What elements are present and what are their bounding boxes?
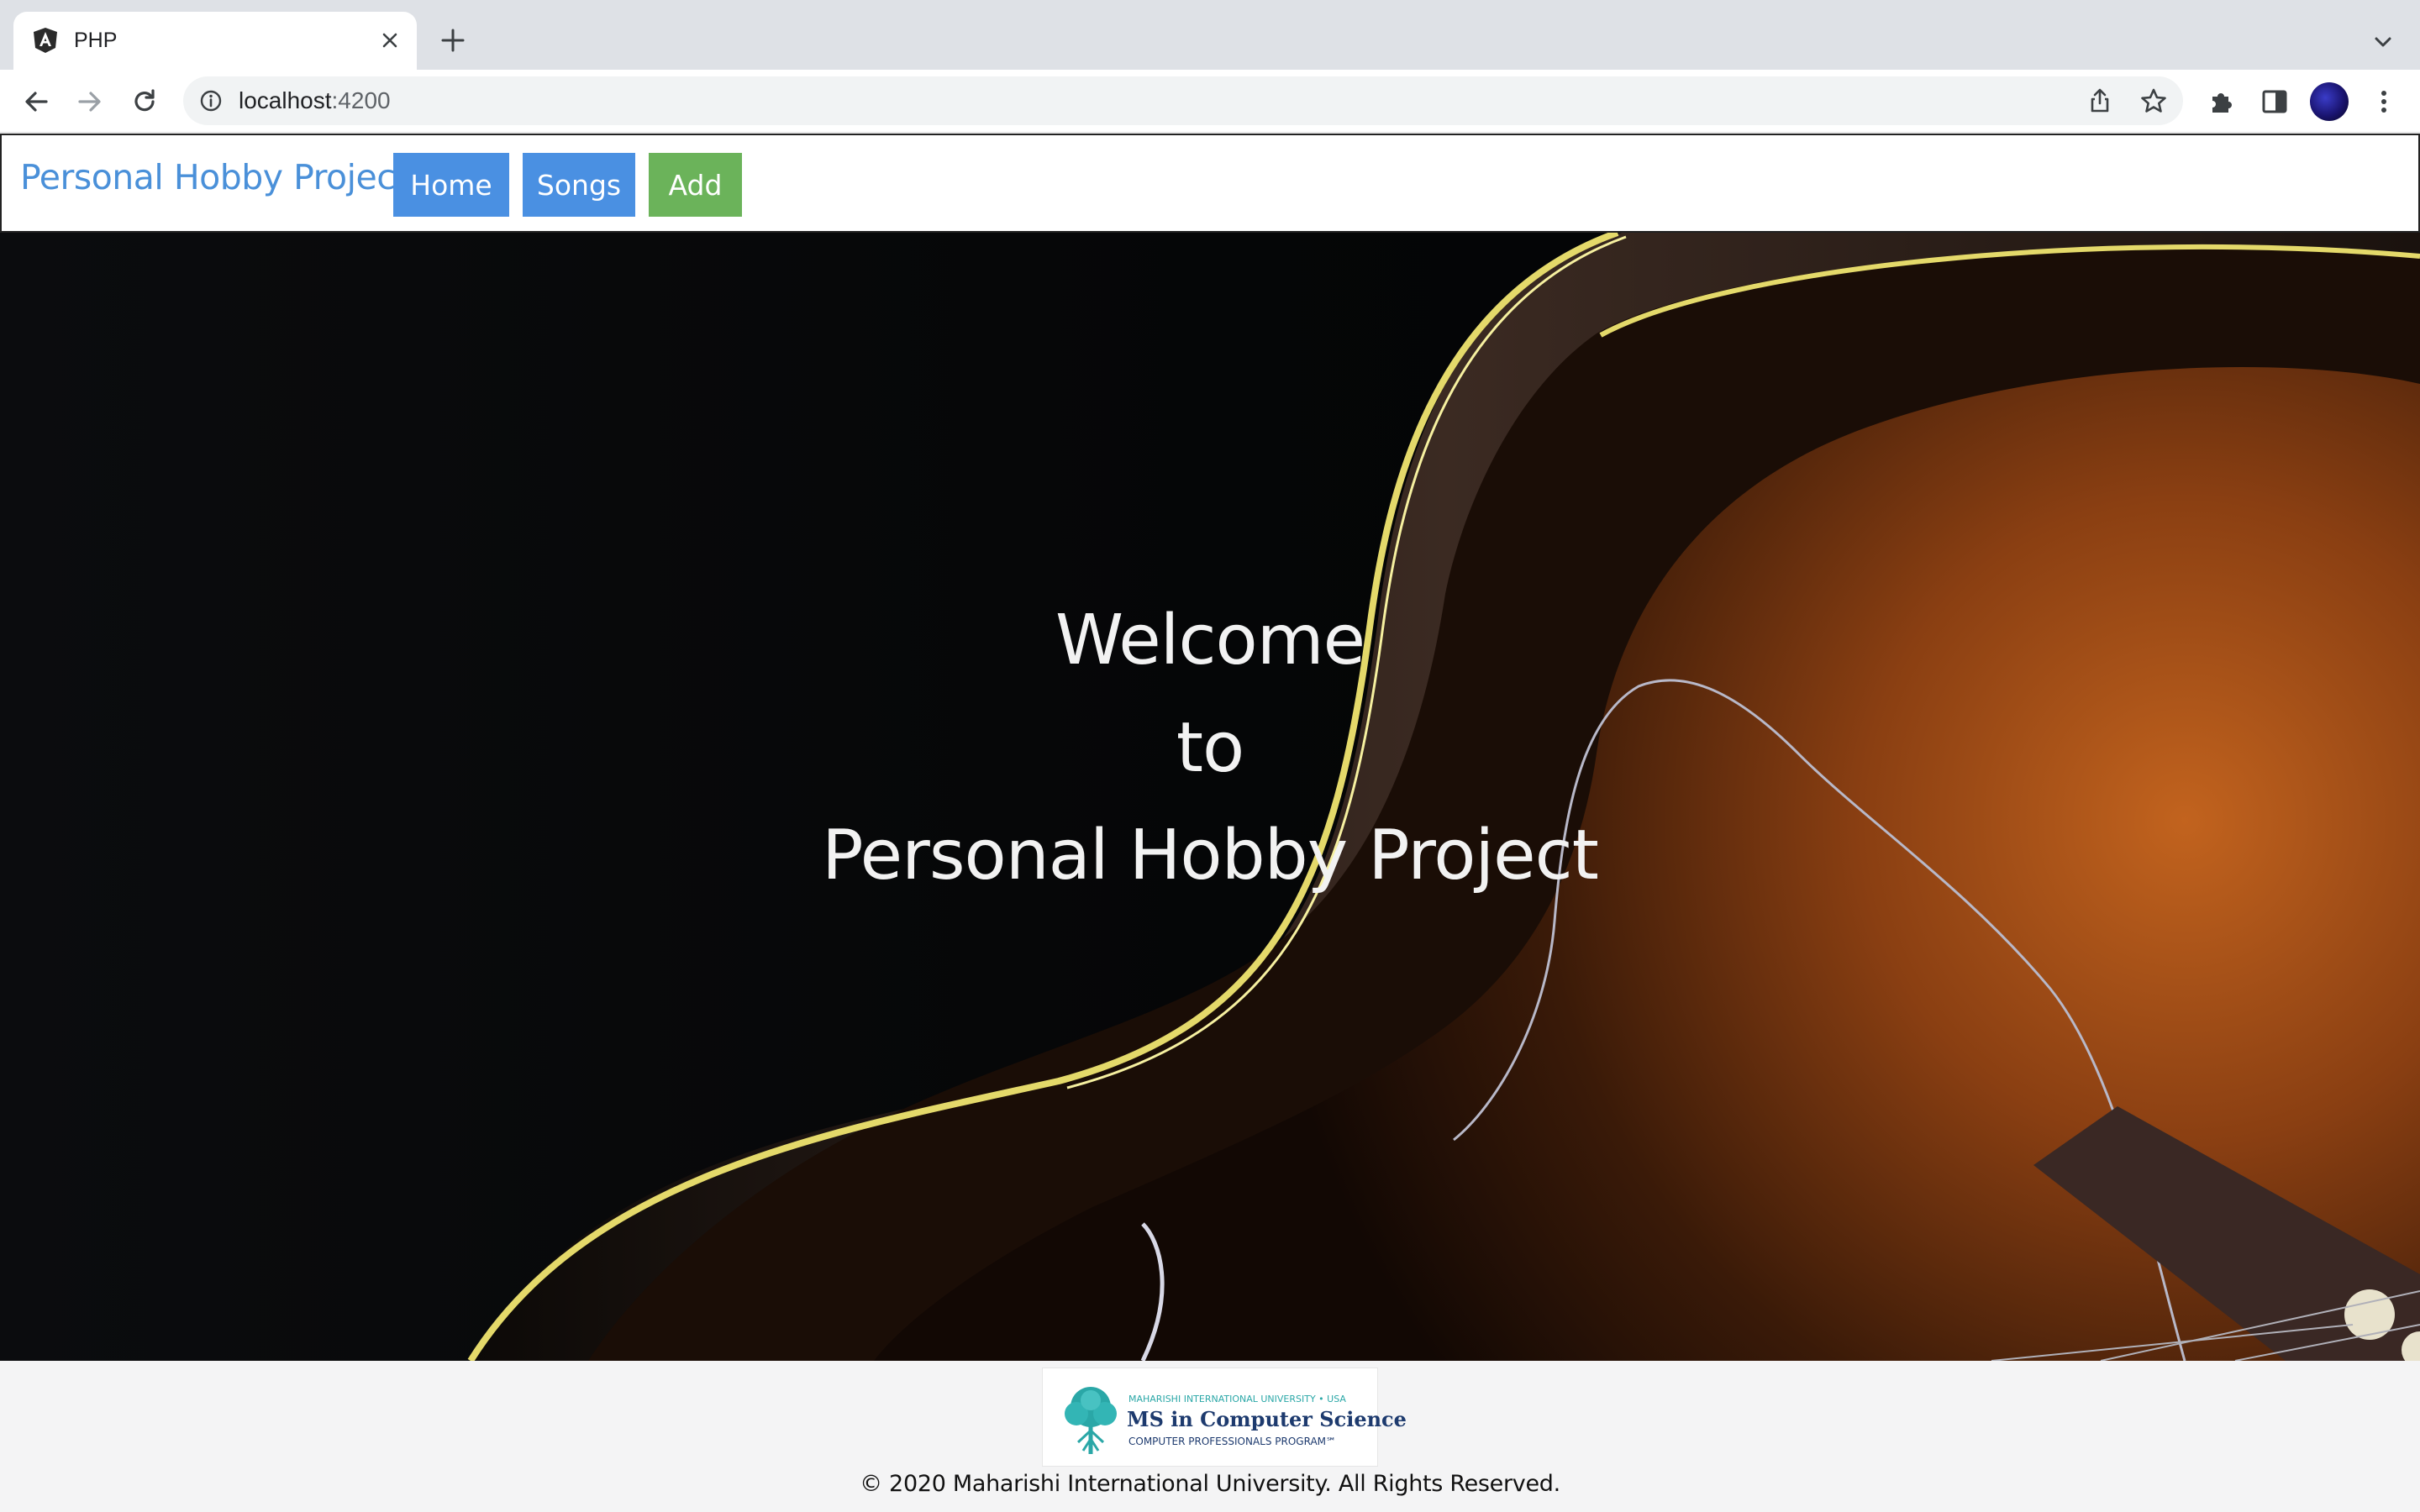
hero-banner: Welcome to Personal Hobby Project xyxy=(0,233,2420,1361)
hero-line-to: to xyxy=(1176,708,1244,788)
logo-program-subtitle: COMPUTER PROFESSIONALS PROGRAM℠ xyxy=(1128,1436,1337,1447)
mum-logo: MAHARISHI INTERNATIONAL UNIVERSITY • USA… xyxy=(1042,1368,1407,1467)
brand-title[interactable]: Personal Hobby Project xyxy=(20,157,408,197)
address-bar[interactable]: localhost:4200 xyxy=(183,76,2183,125)
forward-arrow-icon[interactable] xyxy=(74,86,106,118)
angular-icon xyxy=(34,28,57,53)
logo-university-text: MAHARISHI INTERNATIONAL UNIVERSITY • USA xyxy=(1128,1394,1346,1404)
new-tab-plus-icon[interactable] xyxy=(439,26,467,55)
extensions-puzzle-icon[interactable] xyxy=(2206,86,2238,118)
copyright-text: © 2020 Maharishi International Universit… xyxy=(860,1471,1560,1497)
bookmark-star-icon[interactable] xyxy=(2139,87,2168,115)
browser-toolbar: localhost:4200 xyxy=(0,70,2420,133)
hero-line-welcome: Welcome xyxy=(1055,601,1365,680)
top-navbar: Personal Hobby Project Home Songs Add xyxy=(0,134,2420,233)
side-panel-icon[interactable] xyxy=(2259,86,2291,118)
url-text[interactable]: localhost:4200 xyxy=(239,87,391,114)
browser-tab-strip: PHP xyxy=(0,0,2420,70)
profile-avatar[interactable] xyxy=(2310,82,2349,121)
songs-button[interactable]: Songs xyxy=(523,153,635,217)
info-icon[interactable] xyxy=(198,88,224,113)
home-button[interactable]: Home xyxy=(393,153,509,217)
reload-icon[interactable] xyxy=(129,86,160,118)
web-page: Personal Hobby Project Home Songs Add We… xyxy=(0,134,2420,1512)
logo-program-title: MS in Computer Science xyxy=(1127,1407,1407,1431)
share-icon[interactable] xyxy=(2086,87,2114,115)
page-footer: MAHARISHI INTERNATIONAL UNIVERSITY • USA… xyxy=(0,1361,2420,1512)
add-button[interactable]: Add xyxy=(649,153,742,217)
hero-line-project: Personal Hobby Project xyxy=(822,816,1599,895)
hero-welcome-text: Welcome to Personal Hobby Project xyxy=(0,233,2420,1361)
tab-close-icon[interactable] xyxy=(376,27,403,54)
tree-logo-icon xyxy=(1065,1387,1117,1454)
browser-tab[interactable]: PHP xyxy=(13,12,417,70)
tab-search-chevron-icon[interactable] xyxy=(2370,29,2396,55)
back-arrow-icon[interactable] xyxy=(20,86,52,118)
tab-title: PHP xyxy=(74,29,118,52)
kebab-menu-icon[interactable] xyxy=(2368,86,2400,118)
